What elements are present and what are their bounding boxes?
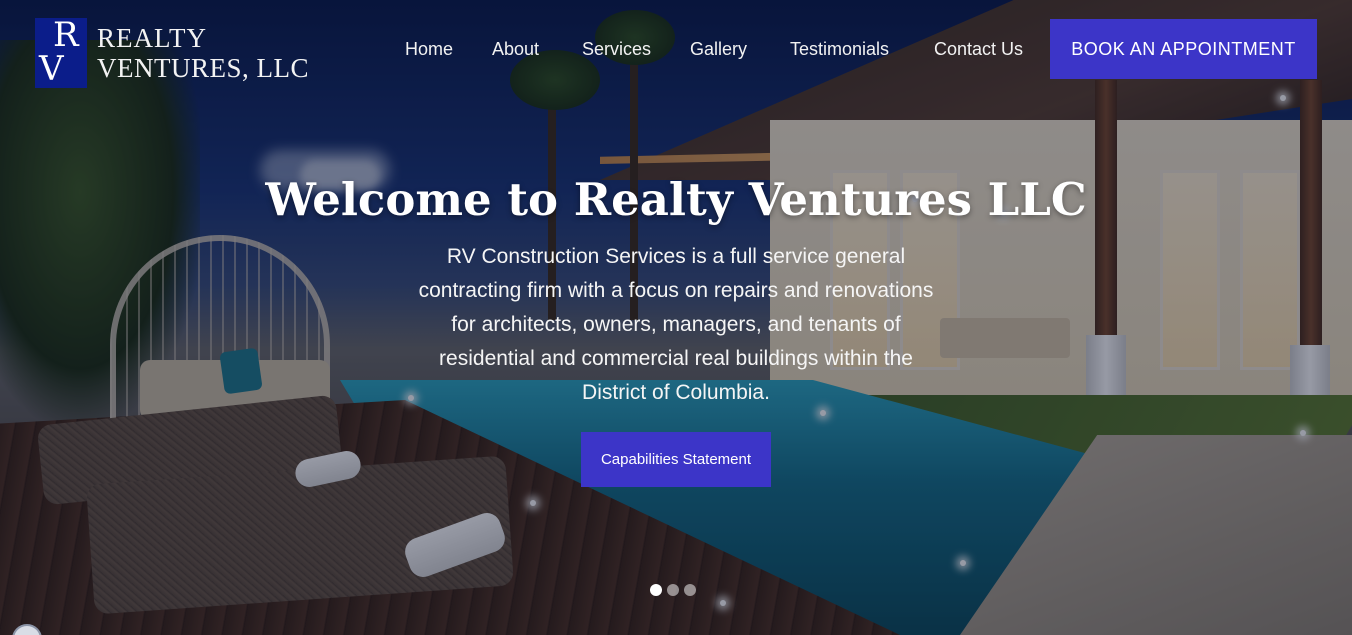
hero-title: Welcome to Realty Ventures LLC [265,173,1087,226]
hero-description-line: RV Construction Services is a full servi… [446,245,906,268]
hero-description-line: for architects, owners, managers, and te… [451,313,901,336]
hero-description-line: contracting firm with a focus on repairs… [418,279,934,302]
nav-services[interactable]: Services [582,39,651,60]
brand-name-line-1: REALTY [97,22,208,53]
brand-name-line-2: VENTURES, LLC [97,52,309,83]
nav-contact-us[interactable]: Contact Us [934,39,1023,60]
brand-logo[interactable]: R V REALTY VENTURES, LLC [35,18,309,88]
hero-description: RV Construction Services is a full servi… [388,240,964,410]
slider-pagination [650,584,696,596]
slide-dot-1[interactable] [650,584,662,596]
hero-description-line: District of Columbia. [582,381,770,404]
nav-home[interactable]: Home [405,39,453,60]
capabilities-statement-button[interactable]: Capabilities Statement [581,432,771,487]
logo-letter-r: R [53,15,79,55]
nav-about[interactable]: About [492,39,539,60]
nav-testimonials[interactable]: Testimonials [790,39,889,60]
book-appointment-button[interactable]: BOOK AN APPOINTMENT [1050,19,1317,79]
brand-name: REALTY VENTURES, LLC [97,22,309,83]
logo-letter-v: V [39,49,64,89]
slide-dot-3[interactable] [684,584,696,596]
hero-description-line: residential and commercial real building… [439,347,913,370]
slide-dot-2[interactable] [667,584,679,596]
nav-gallery[interactable]: Gallery [690,39,747,60]
logo-mark: R V [35,18,87,88]
